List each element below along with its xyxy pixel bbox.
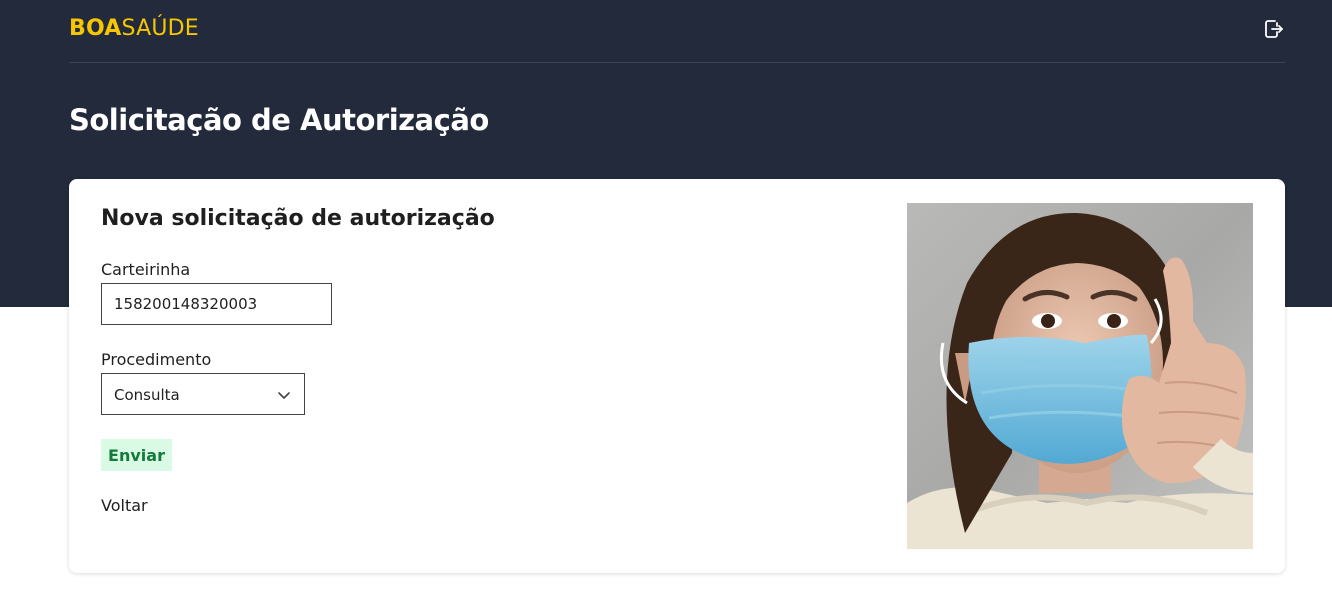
- logo-bold-text: BOA: [69, 16, 122, 41]
- form-title: Nova solicitação de autorização: [101, 206, 495, 231]
- procedure-label: Procedimento: [101, 350, 212, 369]
- authorization-request-card: Nova solicitação de autorização Carteiri…: [69, 179, 1285, 573]
- procedure-select[interactable]: Consulta: [101, 373, 305, 415]
- back-link[interactable]: Voltar: [101, 496, 148, 516]
- procedure-selected-value: Consulta: [114, 386, 180, 404]
- submit-button[interactable]: Enviar: [101, 439, 172, 471]
- woman-face-mask-thumbs-up-photo: [907, 203, 1253, 549]
- chevron-down-icon: [278, 392, 290, 399]
- top-navbar: BOASAÚDE: [69, 0, 1285, 63]
- logout-button[interactable]: [1261, 17, 1285, 41]
- page-title: Solicitação de Autorização: [69, 103, 489, 137]
- card-number-label: Carteirinha: [101, 260, 191, 279]
- logout-icon: [1265, 20, 1283, 38]
- logo-regular-text: SAÚDE: [121, 16, 199, 41]
- brand-logo[interactable]: BOASAÚDE: [69, 16, 199, 42]
- card-number-input[interactable]: [101, 283, 332, 325]
